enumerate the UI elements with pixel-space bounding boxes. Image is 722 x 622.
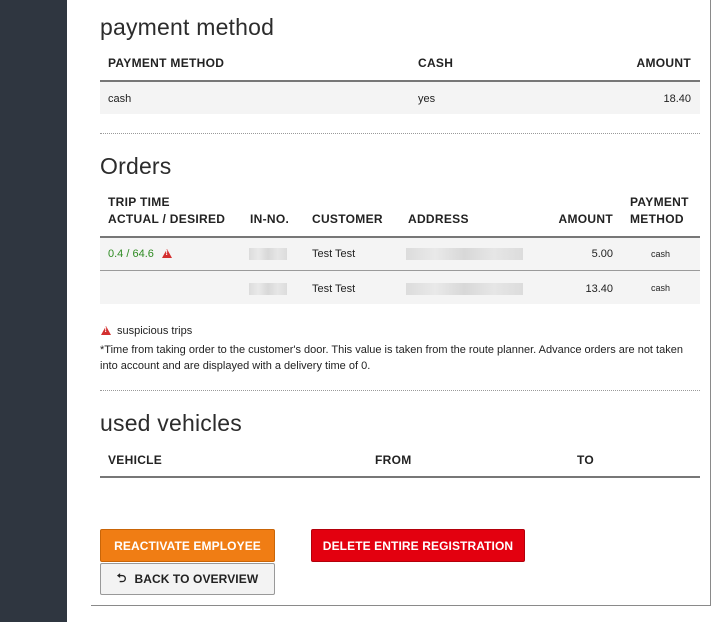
redacted-in-no [249,283,287,295]
warning-triangle-icon [161,249,172,258]
payment-row-amount: 18.40 [663,93,691,105]
orders-header-trip-time: TRIP TIME ACTUAL / DESIRED [108,195,226,226]
redacted-in-no [249,248,287,260]
orders-section-title: Orders [100,153,172,179]
vehicles-header-to: TO [577,453,595,467]
trip-time-note: *Time from taking order to the customer'… [100,344,683,372]
order-customer: Test Test [312,248,356,260]
order-amount: 13.40 [585,283,613,295]
vehicles-section-title: used vehicles [100,410,242,436]
payment-row [100,82,700,114]
payment-header-amount: AMOUNT [636,56,691,70]
vehicles-header-divider [100,476,700,478]
back-to-overview-button[interactable]: ⮌ BACK TO OVERVIEW [100,563,275,595]
vehicles-header-from: FROM [375,453,412,467]
redacted-address [406,283,523,295]
left-sidebar [0,0,67,622]
orders-header-payment-method: PAYMENT METHOD [630,195,689,226]
orders-header-customer: CUSTOMER [312,212,383,226]
orders-header-amount: AMOUNT [558,212,613,226]
payment-header-method: PAYMENT METHOD [108,56,225,70]
order-customer: Test Test [312,283,356,295]
section-divider [100,133,700,134]
delete-registration-button[interactable]: DELETE ENTIRE REGISTRATION [311,529,525,562]
warning-triangle-icon [101,326,111,335]
order-trip-time: 0.4 / 64.6 [108,247,172,261]
order-amount: 5.00 [591,248,613,260]
reactivate-employee-button[interactable]: REACTIVATE EMPLOYEE [100,529,275,562]
payment-section-title: payment method [100,14,275,40]
vehicles-header-vehicle: VEHICLE [108,453,163,467]
section-divider [100,390,700,391]
payment-header-cash: CASH [418,56,454,70]
suspicious-trips-legend: suspicious trips [101,325,192,337]
orders-header-in-no: IN-NO. [250,212,290,226]
order-payment-method: cash [650,283,670,293]
payment-row-method: cash [108,93,132,105]
back-arrow-icon: ⮌ [116,570,127,585]
payment-row-cash: yes [418,93,436,105]
orders-header-address: ADDRESS [408,212,469,226]
redacted-address [406,248,523,260]
order-payment-method: cash [650,249,670,259]
